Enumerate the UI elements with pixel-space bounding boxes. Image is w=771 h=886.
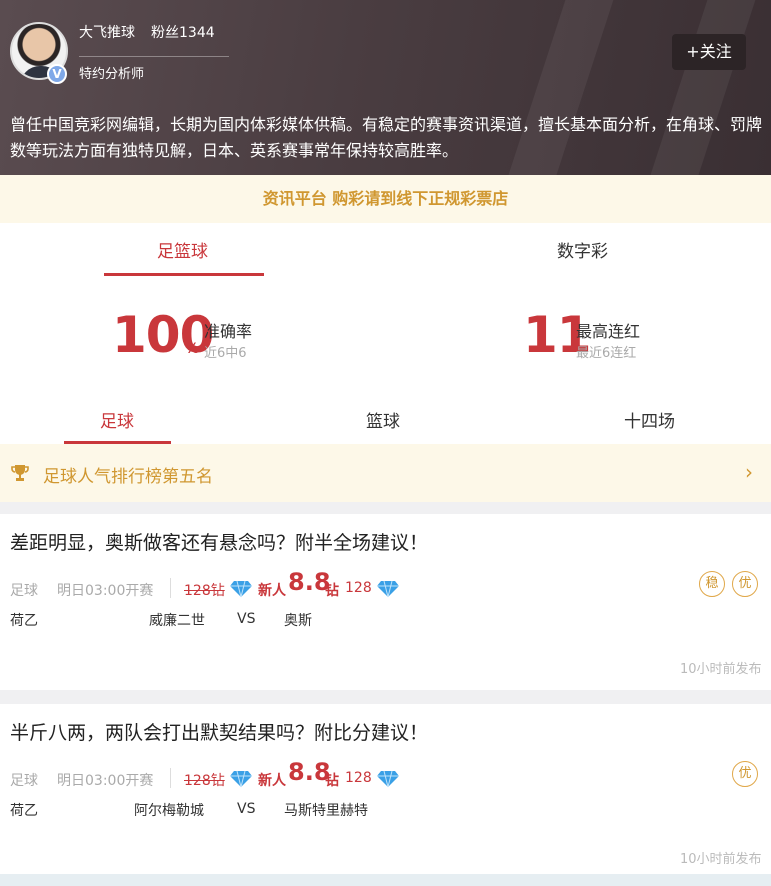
new-user-label: 新人 bbox=[258, 583, 286, 599]
notice-banner: 资讯平台 购彩请到线下正规彩票店 bbox=[0, 175, 771, 223]
accuracy-label: 准确率 bbox=[204, 322, 253, 341]
streak-label: 最高连红 bbox=[576, 322, 641, 341]
home-team: 威廉二世 bbox=[149, 613, 205, 629]
rank-banner[interactable]: 足球人气排行榜第五名 › bbox=[0, 444, 771, 502]
article-headline[interactable]: 差距明显，奥斯做客还有悬念吗？附半全场建议！ bbox=[10, 528, 428, 555]
vs-label: VS bbox=[237, 611, 256, 627]
publish-time: 10小时前发布 bbox=[680, 662, 762, 677]
article-sport: 足球 bbox=[10, 583, 38, 599]
verified-badge-icon: V bbox=[47, 64, 67, 84]
away-team: 奥斯 bbox=[284, 613, 312, 629]
article-card[interactable]: 差距明显，奥斯做客还有悬念吗？附半全场建议！ 足球 明日03:00开赛 128钻… bbox=[0, 514, 771, 690]
new-user-price-unit: 钻 bbox=[325, 773, 339, 789]
away-team: 马斯特里赫特 bbox=[284, 803, 368, 819]
match-time: 明日03:00开赛 bbox=[57, 583, 154, 599]
divider bbox=[79, 56, 229, 57]
league-name: 荷乙 bbox=[10, 613, 38, 629]
home-team: 阿尔梅勒城 bbox=[134, 803, 204, 819]
new-user-label: 新人 bbox=[258, 773, 286, 789]
match-time: 明日03:00开赛 bbox=[57, 773, 154, 789]
tag-premium: 优 bbox=[732, 571, 758, 597]
trophy-icon bbox=[11, 465, 29, 481]
profile-header: V 大飞推球 粉丝1344 特约分析师 +关注 曾任中国竞彩网编辑，长期为国内体… bbox=[0, 0, 771, 175]
expert-name: 大飞推球 bbox=[79, 25, 135, 41]
article-headline[interactable]: 半斤八两，两队会打出默契结果吗？附比分建议！ bbox=[10, 718, 428, 745]
divider bbox=[170, 768, 171, 788]
rank-text: 足球人气排行榜第五名 bbox=[43, 467, 213, 487]
bottom-bar bbox=[0, 874, 771, 886]
accuracy-sub: 近6中6 bbox=[204, 346, 247, 361]
vs-label: VS bbox=[237, 801, 256, 817]
tag-stable: 稳 bbox=[699, 571, 725, 597]
tab-football-basketball[interactable]: 足篮球 bbox=[157, 237, 208, 262]
diamond-icon bbox=[377, 770, 399, 788]
tab-fourteen-matches[interactable]: 十四场 bbox=[624, 407, 675, 432]
tab-football[interactable]: 足球 bbox=[100, 407, 134, 432]
diamond-icon bbox=[377, 580, 399, 598]
regular-price: 128 bbox=[345, 770, 372, 786]
original-price: 128钻 bbox=[184, 583, 225, 599]
streak-sub: 最近6连红 bbox=[576, 346, 637, 361]
regular-price: 128 bbox=[345, 580, 372, 596]
original-price: 128钻 bbox=[184, 773, 225, 789]
expert-bio: 曾任中国竞彩网编辑，长期为国内体彩媒体供稿。有稳定的赛事资讯渠道，擅长基本面分析… bbox=[10, 115, 763, 160]
article-card[interactable]: 半斤八两，两队会打出默契结果吗？附比分建议！ 足球 明日03:00开赛 128钻… bbox=[0, 704, 771, 874]
chevron-right-icon: › bbox=[745, 460, 753, 484]
divider bbox=[170, 578, 171, 598]
league-name: 荷乙 bbox=[10, 803, 38, 819]
fans-count: 粉丝1344 bbox=[151, 25, 215, 41]
main-tab-indicator bbox=[104, 273, 264, 276]
diamond-icon bbox=[230, 580, 252, 598]
tab-basketball[interactable]: 篮球 bbox=[366, 407, 400, 432]
tag-premium: 优 bbox=[732, 761, 758, 787]
follow-button[interactable]: +关注 bbox=[672, 34, 746, 70]
tab-digital-lottery[interactable]: 数字彩 bbox=[557, 237, 608, 262]
diamond-icon bbox=[230, 770, 252, 788]
accuracy-unit: % bbox=[185, 341, 200, 357]
new-user-price-unit: 钻 bbox=[325, 583, 339, 599]
publish-time: 10小时前发布 bbox=[680, 852, 762, 867]
article-sport: 足球 bbox=[10, 773, 38, 789]
expert-title: 特约分析师 bbox=[79, 67, 145, 82]
stats-panel: 足篮球 数字彩 100 % 准确率 近6中6 11 最高连红 最近6连红 足球 … bbox=[0, 223, 771, 444]
